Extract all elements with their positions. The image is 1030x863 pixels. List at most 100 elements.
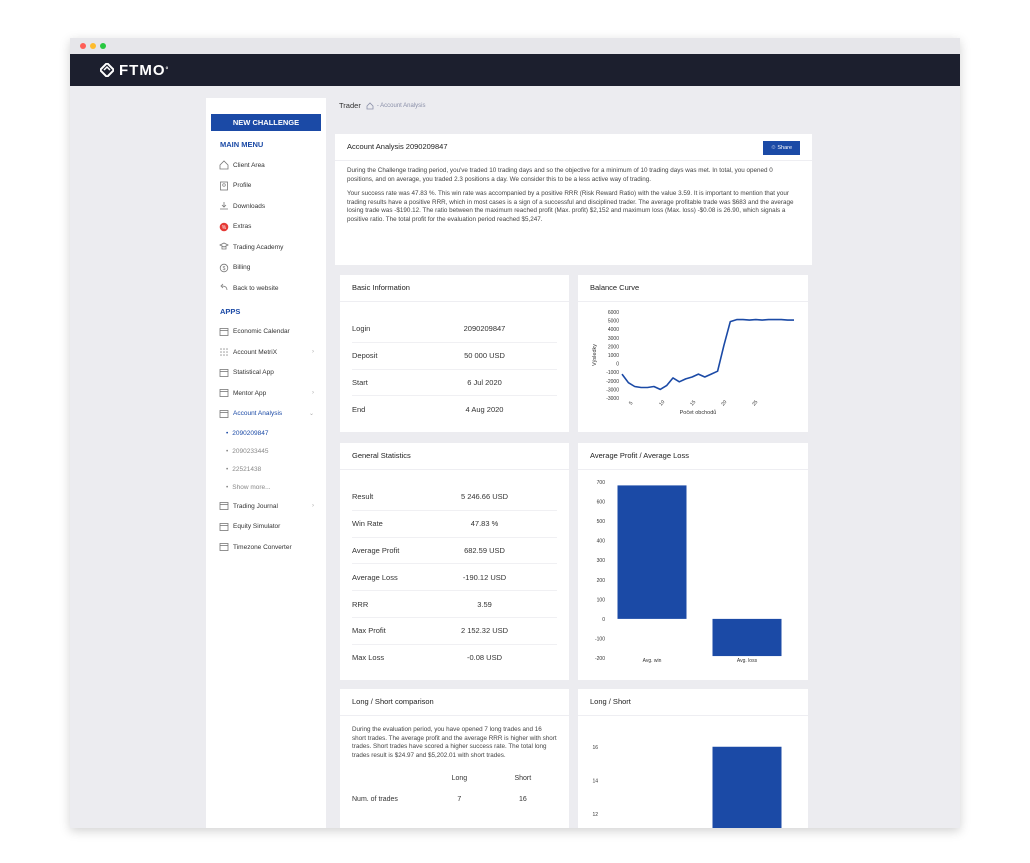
share-button[interactable]: ♲ Share	[763, 141, 800, 155]
home-icon[interactable]	[366, 101, 374, 110]
y-tick-label: 12	[592, 812, 598, 818]
x-tick-label: 10	[658, 399, 666, 407]
sidebar-item-billing[interactable]: $ Billing	[206, 258, 326, 279]
sidebar-item-mentor-app[interactable]: Mentor App ›	[206, 383, 326, 404]
table-row: Win Rate 47.83 %	[352, 511, 557, 538]
x-tick-label: 5	[628, 400, 635, 406]
sidebar-item-extras[interactable]: % Extras	[206, 217, 326, 238]
row-label: End	[352, 404, 366, 414]
close-window-dot[interactable]	[80, 43, 86, 49]
svg-text:$: $	[223, 266, 226, 272]
breadcrumb: Trader - Account Analysis	[339, 101, 815, 110]
avg-profit-loss-title: Average Profit / Average Loss	[578, 443, 808, 470]
sidebar-item-account-analysis[interactable]: Account Analysis ⌄	[206, 404, 326, 425]
breadcrumb-root[interactable]: Trader	[339, 101, 361, 110]
y-tick-label: -200	[595, 656, 605, 662]
y-tick-label: 4000	[608, 327, 619, 333]
ftmo-logo[interactable]: FTMO °	[100, 62, 169, 79]
row-label: Max Profit	[352, 626, 386, 636]
minimize-window-dot[interactable]	[90, 43, 96, 49]
x-tick-label: Avg. win	[643, 658, 662, 664]
chevron-icon[interactable]: ⌄	[309, 410, 314, 417]
row-value: 2090209847	[463, 324, 506, 334]
sidebar-item-label: Back to website	[233, 284, 279, 292]
sidebar-subitem-show-more[interactable]: • Show more...	[206, 478, 326, 496]
balance-series-line	[621, 318, 794, 391]
avg-profit-loss-card: Average Profit / Average Loss 700 600 500 4…	[578, 443, 808, 680]
long-short-chart: 16141210	[592, 745, 782, 828]
row-label: Average Profit	[352, 545, 400, 555]
browser-window: FTMO ° NEW CHALLENGE MAIN MENU Client Are…	[70, 38, 960, 828]
sidebar-item-equity-simulator[interactable]: Equity Simulator	[206, 517, 326, 538]
sidebar-item-client-area[interactable]: Client Area	[206, 155, 326, 176]
avg-profit-loss-chart: 700 600 500 400 300 200 100 0 -100 -200 Avg. win Av…	[595, 480, 782, 664]
sidebar-item-label: Equity Simulator	[233, 523, 281, 531]
num-trades-long: 7	[457, 796, 462, 804]
sidebar-item-statistical-app[interactable]: Statistical App	[206, 363, 326, 384]
row-value: 50 000 USD	[464, 351, 505, 361]
app-icon	[219, 522, 229, 532]
brand-name: FTMO	[119, 61, 166, 79]
y-tick-label: 600	[597, 500, 606, 506]
billing-icon: $	[219, 263, 229, 273]
sidebar-subitem-2090233445[interactable]: • 2090233445	[206, 442, 326, 460]
home-icon	[219, 160, 229, 170]
short-header: Short	[514, 775, 532, 783]
window-titlebar	[70, 38, 960, 54]
sidebar-item-label: Economic Calendar	[233, 328, 290, 336]
ftmo-logo-icon	[100, 63, 114, 77]
y-tick-label: -1000	[606, 370, 619, 376]
breadcrumb-current: - Account Analysis	[376, 102, 426, 109]
sidebar-subitem-label: 2090233445	[232, 447, 269, 455]
y-tick-label: 500	[597, 519, 606, 525]
x-tick-label: 25	[751, 399, 759, 407]
row-label: Login	[352, 324, 371, 334]
bar-avg-win	[617, 485, 687, 619]
y-tick-label: -100	[595, 636, 605, 642]
y-tick-label: 400	[597, 539, 606, 545]
bullet-icon: •	[226, 465, 229, 473]
y-tick-label: 700	[597, 480, 606, 486]
x-axis-label: Počet obchodů	[680, 409, 717, 416]
main-content: Trader - Account Analysis	[335, 98, 815, 110]
sidebar-item-label: Mentor App	[233, 389, 267, 397]
row-value: 2 152.32 USD	[460, 626, 509, 636]
sidebar-item-account-metrix[interactable]: Account MetriX ›	[206, 342, 326, 363]
y-tick-label: 5000	[608, 319, 619, 325]
sidebar-item-downloads[interactable]: Downloads	[206, 196, 326, 217]
table-row: RRR 3.59	[352, 591, 557, 618]
balance-curve-chart: 6000 5000 4000 3000 2000 1000 0 -1000 -2000 -3000…	[592, 310, 794, 416]
sidebar-item-economic-calendar[interactable]: Economic Calendar	[206, 322, 326, 343]
chevron-icon[interactable]: ›	[312, 503, 314, 509]
y-tick-label: 0	[616, 362, 619, 368]
sidebar-item-label: Extras	[233, 223, 252, 231]
sidebar-item-timezone-converter[interactable]: Timezone Converter	[206, 537, 326, 558]
account-analysis-title: Account Analysis 2090209847	[347, 142, 448, 151]
row-value: 4 Aug 2020	[465, 404, 504, 414]
new-challenge-button[interactable]: NEW CHALLENGE	[211, 114, 321, 131]
sidebar-subitem-22521438[interactable]: • 22521438	[206, 460, 326, 478]
svg-text:%: %	[222, 225, 227, 231]
app-icon	[219, 542, 229, 552]
sidebar-subitem-2090209847[interactable]: • 2090209847	[206, 424, 326, 442]
sidebar-item-trading-journal[interactable]: Trading Journal ›	[206, 496, 326, 517]
chevron-icon[interactable]: ›	[312, 390, 314, 396]
basic-information-title: Basic Information	[340, 275, 569, 302]
sidebar-subitem-label: Show more...	[232, 483, 271, 491]
sidebar-item-label: Client Area	[233, 161, 265, 169]
maximize-window-dot[interactable]	[100, 43, 106, 49]
row-value: 5 246.66 USD	[460, 492, 509, 502]
share-label: Share	[777, 145, 793, 151]
sidebar-item-profile[interactable]: Profile	[206, 176, 326, 197]
sidebar-item-label: Statistical App	[233, 369, 274, 377]
sidebar-item-label: Trading Journal	[233, 502, 278, 510]
row-value: -0.08 USD	[466, 653, 502, 663]
sidebar-item-label: Profile	[233, 182, 252, 190]
x-tick-label: 15	[689, 399, 697, 407]
sidebar-item-trading-academy[interactable]: Trading Academy	[206, 237, 326, 258]
x-tick-label: 20	[720, 399, 728, 407]
chevron-icon[interactable]: ›	[312, 349, 314, 355]
table-row: Max Profit 2 152.32 USD	[352, 618, 557, 645]
app-icon	[219, 409, 229, 419]
sidebar-item-back-to-website[interactable]: Back to website	[206, 278, 326, 299]
